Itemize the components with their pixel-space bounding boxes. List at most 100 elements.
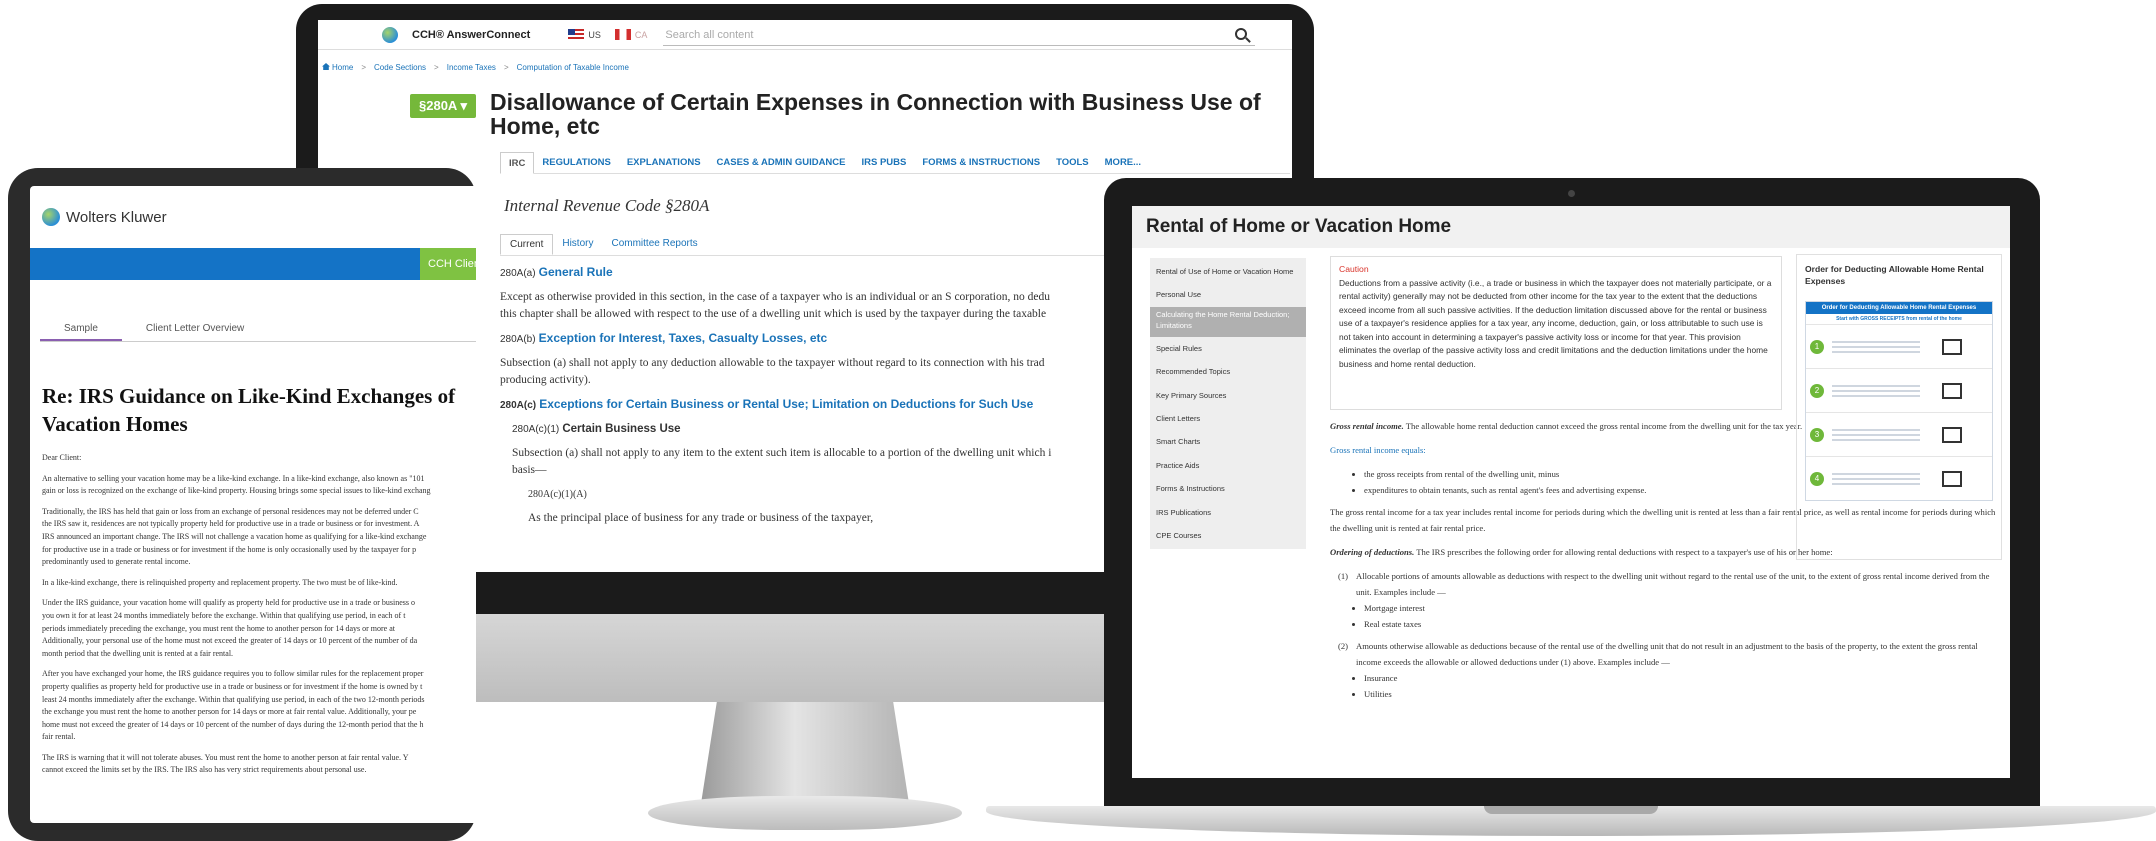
section-code: 280A(b) [500, 334, 536, 345]
flowchart-subheader: Start with GROSS RECEIPTS from rental of… [1836, 316, 1962, 322]
computer-icon [1942, 338, 1962, 355]
flowchart-step: 4 [1806, 456, 1992, 500]
content-nav: IRC REGULATIONS EXPLANATIONS CASES & ADM… [500, 152, 1290, 174]
page-title: Rental of Home or Vacation Home [1146, 216, 1452, 237]
order-item-1: (1) Allocable portions of amounts allowab… [1338, 571, 1990, 597]
caution-label: Caution [1339, 264, 1369, 274]
answerconnect-logo-icon[interactable] [382, 26, 398, 43]
smart-chart-panel: Order for Deducting Allowable Home Renta… [1796, 254, 2002, 560]
sidebar-item-special-rules[interactable]: Special Rules [1150, 337, 1306, 360]
flowchart-header: Order for Deducting Allowable Home Renta… [1806, 302, 1992, 314]
laptop-notch [1484, 806, 1658, 814]
smart-chart-title[interactable]: Order for Deducting Allowable Home Renta… [1805, 263, 1993, 287]
caution-text: Deductions from a passive activity (i.e.… [1339, 277, 1772, 369]
tab-committee-reports[interactable]: Committee Reports [602, 234, 706, 255]
list-item: Insurance [1364, 670, 1998, 686]
search-input[interactable]: Search all content [663, 24, 1256, 46]
wolters-kluwer-logo[interactable]: Wolters Kluwer [42, 208, 167, 226]
tab-explanations[interactable]: EXPLANATIONS [619, 152, 709, 173]
list-item: Utilities [1364, 686, 1998, 702]
subsection-code: 280A(c)(1) [512, 424, 560, 435]
search-placeholder: Search all content [665, 28, 754, 41]
tab-client-letter-overview[interactable]: Client Letter Overview [122, 318, 268, 341]
page-header: Rental of Home or Vacation Home [1132, 206, 2010, 248]
sidebar-item-key-primary-sources[interactable]: Key Primary Sources [1150, 384, 1306, 407]
section-heading: Internal Revenue Code §280A [504, 196, 710, 215]
letter-title: Re: IRS Guidance on Like-Kind Exchanges … [42, 384, 456, 436]
app-header-bar [30, 248, 476, 280]
cch-client-button[interactable]: CCH Client [420, 248, 476, 280]
letter-paragraph: Traditionally, the IRS has held that gai… [42, 506, 427, 567]
flowchart-thumbnail[interactable]: Order for Deducting Allowable Home Renta… [1805, 301, 1993, 501]
topic-sidebar: Rental of Use of Home or Vacation Home P… [1150, 258, 1306, 550]
tablet-frame: Wolters Kluwer CCH Client Sample Client … [8, 168, 476, 841]
breadcrumb: Home > Code Sections > Income Taxes > Co… [318, 63, 629, 72]
tab-cases-admin-guidance[interactable]: CASES & ADMIN GUIDANCE [709, 152, 854, 173]
letter-paragraph: Under the IRS guidance, your vacation ho… [42, 598, 418, 658]
sidebar-item-recommended-topics[interactable]: Recommended Topics [1150, 360, 1306, 383]
tablet-screen: Wolters Kluwer CCH Client Sample Client … [30, 186, 476, 823]
sidebar-item-practice-aids[interactable]: Practice Aids [1150, 454, 1306, 477]
monitor-stand [700, 702, 910, 810]
sidebar-item-smart-charts[interactable]: Smart Charts [1150, 430, 1306, 453]
canada-flag-icon[interactable] [614, 29, 631, 40]
tab-regulations[interactable]: REGULATIONS [534, 152, 618, 173]
locale-us[interactable]: US [588, 30, 601, 40]
section-selector-button[interactable]: §280A ▾ [410, 94, 476, 118]
tab-irc[interactable]: IRC [500, 152, 535, 174]
section-code: 280A(a) [500, 268, 536, 279]
flowchart-step: 2 [1806, 368, 1992, 412]
letter-paragraph: In a like-kind exchange, there is relinq… [42, 577, 398, 587]
order-2-list: Insurance Utilities [1364, 670, 1998, 702]
tab-sample[interactable]: Sample [40, 318, 122, 341]
page-title: Disallowance of Certain Expenses in Conn… [490, 89, 1261, 139]
breadcrumb-income-taxes[interactable]: Income Taxes [447, 63, 496, 72]
tab-forms-instructions[interactable]: FORMS & INSTRUCTIONS [914, 152, 1048, 173]
laptop-screen: Rental of Home or Vacation Home Rental o… [1132, 206, 2010, 778]
tab-irs-pubs[interactable]: IRS PUBS [854, 152, 915, 173]
sidebar-item-rental-of-use[interactable]: Rental of Use of Home or Vacation Home [1150, 260, 1306, 283]
list-item: Real estate taxes [1364, 616, 1998, 632]
house-icon [1942, 382, 1962, 399]
subsection-title: Certain Business Use [562, 423, 681, 435]
breadcrumb-separator: > [503, 63, 509, 72]
letter-body: Dear Client: An alternative to selling y… [42, 452, 476, 777]
sidebar-item-personal-use[interactable]: Personal Use [1150, 283, 1306, 306]
us-flag-icon[interactable] [568, 29, 585, 40]
locale-ca[interactable]: CA [635, 30, 648, 40]
home-dollar-icon [1942, 470, 1962, 487]
section-link[interactable]: Exceptions for Certain Business or Renta… [539, 397, 1033, 411]
letter-paragraph: After you have exchanged your home, the … [42, 669, 425, 742]
step-number: 2 [1810, 383, 1824, 398]
tab-more[interactable]: MORE... [1097, 152, 1149, 173]
order-1-list: Mortgage interest Real estate taxes [1364, 600, 1998, 632]
letter-salutation: Dear Client: [42, 453, 82, 462]
caution-box: Caution Deductions from a passive activi… [1330, 256, 1782, 410]
home-outline-icon [1942, 426, 1962, 443]
step-number: 3 [1810, 427, 1824, 442]
sidebar-item-client-letters[interactable]: Client Letters [1150, 407, 1306, 430]
section-link[interactable]: Exception for Interest, Taxes, Casualty … [539, 331, 828, 345]
list-item: Mortgage interest [1364, 600, 1998, 616]
step-number: 4 [1810, 471, 1824, 486]
home-icon [322, 63, 330, 70]
section-link[interactable]: General Rule [539, 265, 613, 279]
search-icon[interactable] [1235, 27, 1248, 40]
brand-name: CCH® AnswerConnect [412, 28, 531, 41]
breadcrumb-separator: > [434, 63, 439, 72]
breadcrumb-code-sections[interactable]: Code Sections [374, 63, 426, 72]
order-item-2: (2) Amounts otherwise allowable as deduct… [1338, 641, 1978, 667]
sidebar-item-calculating-deduction[interactable]: Calculating the Home Rental Deduction; L… [1150, 306, 1306, 337]
tab-current[interactable]: Current [500, 234, 554, 255]
laptop-camera [1568, 190, 1575, 197]
breadcrumb-separator: > [361, 63, 367, 72]
breadcrumb-computation[interactable]: Computation of Taxable Income [517, 63, 629, 72]
sidebar-item-cpe-courses[interactable]: CPE Courses [1150, 524, 1306, 547]
tab-tools[interactable]: TOOLS [1048, 152, 1097, 173]
sidebar-item-forms-instructions[interactable]: Forms & Instructions [1150, 477, 1306, 500]
wolters-kluwer-logo-icon [42, 208, 60, 226]
tab-history[interactable]: History [553, 234, 602, 255]
breadcrumb-home[interactable]: Home [322, 63, 353, 72]
flowchart-step: 1 [1806, 324, 1992, 368]
sidebar-item-irs-publications[interactable]: IRS Publications [1150, 501, 1306, 524]
